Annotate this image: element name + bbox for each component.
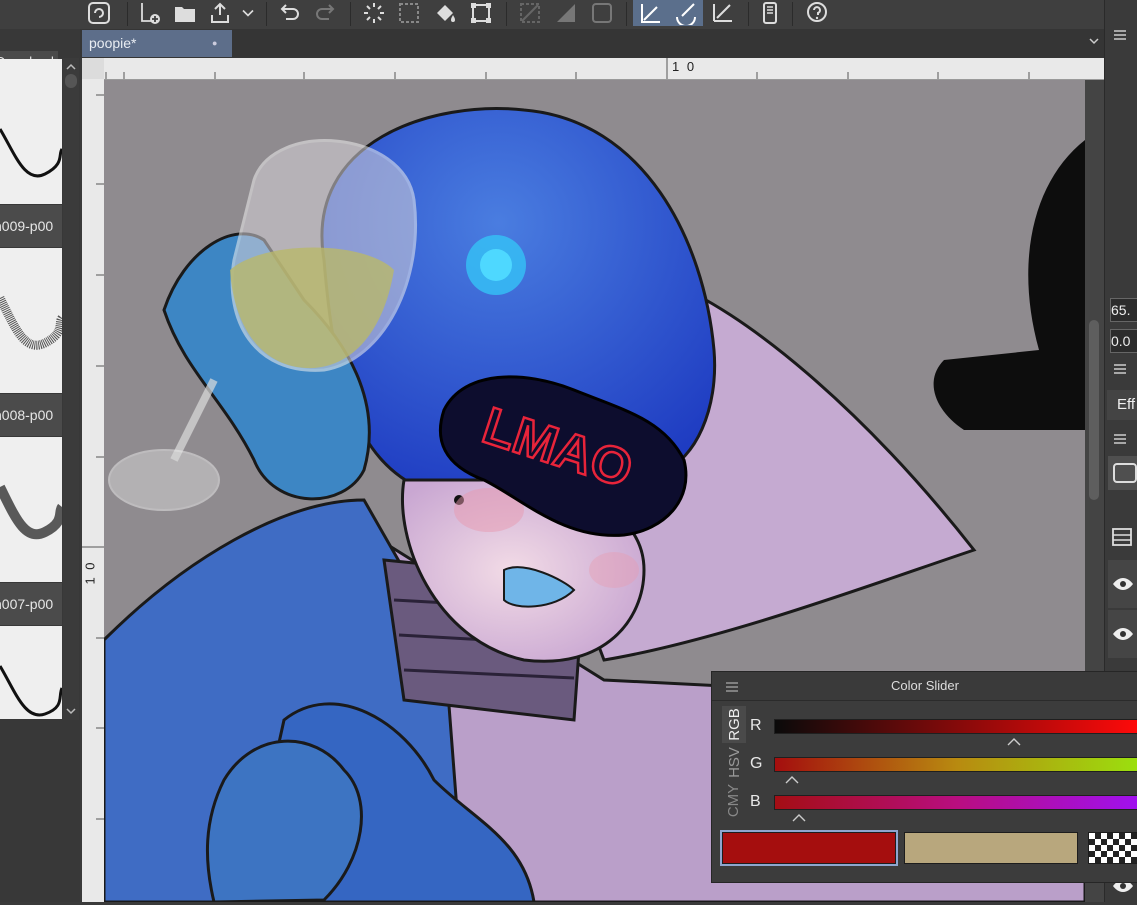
show-selection-icon[interactable] (589, 0, 615, 26)
document-tab-bar (80, 29, 1104, 58)
snap-special-ruler-icon[interactable] (669, 0, 703, 26)
scroll-thumb[interactable] (1089, 320, 1099, 500)
channel-label-g: G (750, 755, 763, 772)
brush-label[interactable]: n007-p00 (0, 583, 62, 625)
brush-label[interactable]: n009-p00 (0, 205, 62, 247)
document-tab[interactable]: poopie* ● (82, 30, 232, 57)
deselect-icon[interactable] (517, 0, 543, 26)
snap-grid-icon[interactable] (710, 0, 736, 26)
loading-icon[interactable] (361, 0, 387, 26)
brush-thumbnail[interactable] (0, 626, 64, 719)
open-file-icon[interactable] (172, 0, 198, 26)
smartphone-icon[interactable] (757, 0, 783, 26)
green-slider-handle[interactable] (785, 771, 799, 784)
panel-menu-icon[interactable] (724, 680, 740, 692)
redo-icon[interactable] (312, 0, 338, 26)
select-all-icon[interactable] (396, 0, 422, 26)
color-slider-title: Color Slider (712, 672, 1137, 701)
main-color-swatch[interactable] (720, 830, 898, 866)
layer-visibility-eye-icon[interactable] (1108, 610, 1137, 658)
blue-slider[interactable] (774, 795, 1137, 810)
brush-thumbnail[interactable] (0, 437, 67, 582)
ruler-label: 1 0 (82, 560, 98, 585)
ruler-corner (82, 58, 104, 79)
modified-indicator: ● (212, 38, 218, 48)
undo-icon[interactable] (277, 0, 303, 26)
snap-ruler-icon[interactable] (633, 0, 669, 26)
effect-tab[interactable]: Eff (1107, 390, 1137, 420)
value-field[interactable]: 65. (1110, 298, 1137, 322)
export-icon[interactable] (207, 0, 233, 26)
value-field[interactable]: 0.0 (1110, 329, 1137, 353)
sub-color-swatch[interactable] (904, 832, 1078, 864)
export-dropdown-icon[interactable] (238, 0, 258, 26)
panel-menu-icon[interactable] (1110, 28, 1132, 42)
brush-label[interactable]: n008-p00 (0, 394, 62, 436)
horizontal-ruler: 1 0 (82, 58, 1104, 80)
panel-title: Color Slider (891, 678, 959, 693)
scroll-up-icon[interactable] (65, 60, 77, 72)
help-icon[interactable] (804, 0, 830, 26)
new-file-icon[interactable] (137, 0, 163, 26)
red-slider[interactable] (774, 719, 1137, 734)
scroll-down-icon[interactable] (65, 704, 77, 716)
invert-selection-icon[interactable] (553, 0, 579, 26)
channel-label-r: R (750, 717, 762, 734)
fill-icon[interactable] (432, 0, 458, 26)
scroll-thumb[interactable] (65, 74, 77, 88)
document-tab-title: poopie* (89, 35, 137, 51)
layer-visibility-eye-icon[interactable] (1108, 560, 1137, 608)
channel-label-b: B (750, 793, 761, 810)
brush-thumbnail[interactable] (0, 59, 64, 204)
tab-list-dropdown-icon[interactable] (1087, 34, 1101, 48)
layer-new-icon[interactable] (1108, 456, 1137, 490)
layer-property-icon[interactable] (1110, 525, 1134, 549)
red-slider-handle[interactable] (1007, 733, 1021, 746)
green-slider[interactable] (774, 757, 1137, 772)
brush-thumbnail[interactable] (0, 248, 67, 393)
ruler-label: 1 0 (672, 59, 697, 74)
transparent-color-swatch[interactable] (1088, 832, 1137, 864)
main-toolbar (0, 0, 1137, 30)
transform-icon[interactable] (468, 0, 494, 26)
panel-menu-icon[interactable] (1110, 362, 1132, 376)
tab-hsv[interactable]: HSV (722, 744, 746, 781)
vertical-ruler: 1 0 (82, 79, 105, 902)
app-logo-icon[interactable] (86, 0, 112, 26)
brush-panel-scrollbar[interactable] (63, 58, 79, 720)
tab-rgb[interactable]: RGB (722, 706, 746, 743)
color-slider-panel: Color Slider RGB HSV CMY R G B (711, 671, 1137, 883)
tab-cmy[interactable]: CMY (722, 782, 746, 819)
blue-slider-handle[interactable] (792, 809, 806, 822)
panel-menu-icon[interactable] (1110, 432, 1132, 446)
